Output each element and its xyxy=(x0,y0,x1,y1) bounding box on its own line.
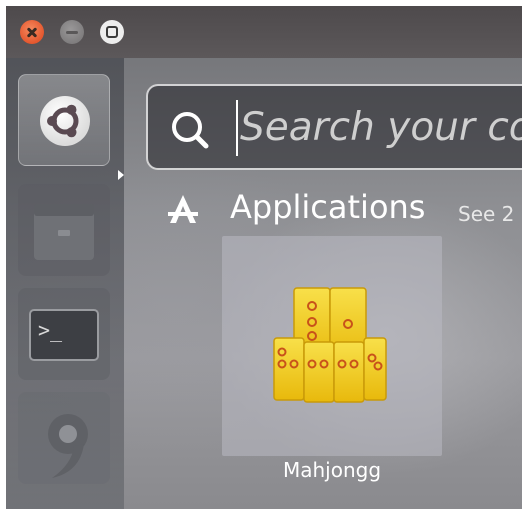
dash-window: >_ Applications See 2 xyxy=(6,6,522,509)
launcher-item-terminal[interactable]: >_ xyxy=(18,288,110,380)
launcher-item-unknown[interactable] xyxy=(18,392,110,484)
top-panel xyxy=(6,6,522,58)
terminal-icon xyxy=(29,309,99,361)
category-title: Applications xyxy=(230,188,426,226)
mahjongg-icon xyxy=(273,287,387,403)
close-icon[interactable] xyxy=(20,20,44,44)
applications-icon xyxy=(168,195,198,223)
app-label-mahjongg[interactable]: Mahjongg xyxy=(222,458,442,482)
swirl-icon xyxy=(48,414,88,478)
terminal-glyph: >_ xyxy=(38,318,63,342)
app-tile-mahjongg[interactable] xyxy=(222,236,442,456)
active-indicator xyxy=(118,170,124,180)
ubuntu-logo-icon xyxy=(40,96,90,146)
maximize-icon[interactable] xyxy=(100,20,124,44)
file-cabinet-icon xyxy=(34,204,94,260)
see-more-link[interactable]: See 2 xyxy=(458,202,514,226)
search-icon xyxy=(172,112,209,149)
text-cursor xyxy=(236,100,238,156)
launcher-item-files[interactable] xyxy=(18,184,110,276)
search-box[interactable] xyxy=(146,84,522,170)
launcher: >_ xyxy=(6,58,124,509)
minimize-icon[interactable] xyxy=(60,20,84,44)
launcher-item-dash-home[interactable] xyxy=(18,74,110,166)
search-input[interactable] xyxy=(240,96,522,158)
